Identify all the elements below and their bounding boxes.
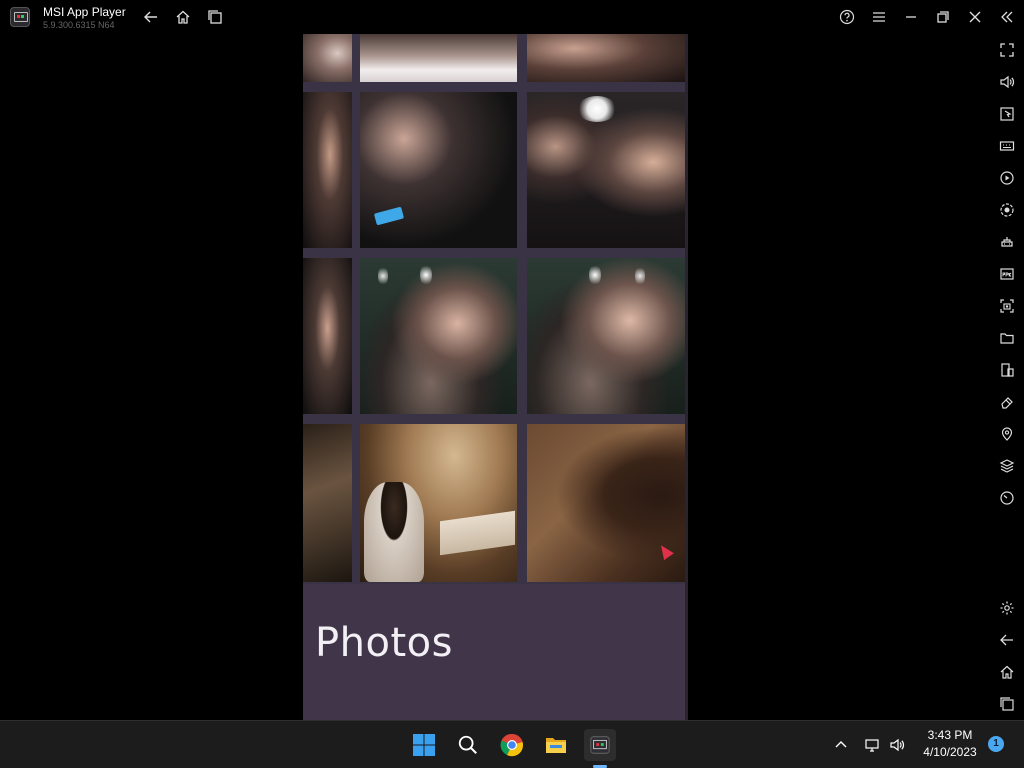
chrome-icon[interactable] [496,729,528,761]
keyboard-icon[interactable] [997,136,1017,156]
close-icon[interactable] [963,5,987,29]
desk-in-photo [440,510,515,556]
clock-time[interactable]: 3:43 PM [920,728,980,742]
multi-instance-icon[interactable] [997,360,1017,380]
photo-thumbnail[interactable] [360,34,517,82]
file-explorer-icon[interactable] [540,729,572,761]
android-back-icon[interactable] [997,630,1017,650]
photos-title: Photos [315,620,453,666]
photo-thumbnail[interactable] [527,92,685,248]
android-home-icon[interactable] [997,662,1017,682]
screenshot-icon[interactable] [997,296,1017,316]
cursor-arrow-icon [656,541,674,561]
windows-taskbar [0,720,1024,768]
folder-icon[interactable] [997,328,1017,348]
volume-icon[interactable] [997,72,1017,92]
photos-panel[interactable]: Photos [303,584,688,720]
location-pin-icon[interactable] [997,424,1017,444]
wall-light-in-photo [420,264,432,286]
wall-light-in-photo [635,266,645,286]
windows-start-icon[interactable] [408,729,440,761]
app-title: MSI App Player [43,5,126,19]
android-recents-icon[interactable] [997,694,1017,714]
menu-icon[interactable] [867,5,891,29]
settings-gear-icon[interactable] [997,598,1017,618]
minimize-icon[interactable] [899,5,923,29]
photo-thumbnail[interactable] [527,258,685,414]
photo-thumbnail[interactable] [303,424,352,582]
layers-icon[interactable] [997,456,1017,476]
photo-thumbnail[interactable] [360,92,517,248]
photo-thumbnail[interactable] [360,424,517,582]
pointer-icon[interactable] [997,104,1017,124]
macro-play-icon[interactable] [997,168,1017,188]
record-icon[interactable] [997,200,1017,220]
network-icon[interactable] [862,735,882,755]
photo-thumbnail[interactable] [527,424,685,582]
android-screen: Photos [303,34,688,720]
photo-thumbnail[interactable] [360,258,517,414]
eraser-icon[interactable] [997,392,1017,412]
home-icon[interactable] [171,5,195,29]
screen-edge [685,34,688,720]
title-bar: MSI App Player 5.9.300.6315 N64 [0,0,1024,34]
fullscreen-icon[interactable] [997,40,1017,60]
photo-grid [303,34,688,594]
speaker-icon[interactable] [887,735,907,755]
app-version: 5.9.300.6315 N64 [43,20,115,30]
app-logo-icon [10,7,30,27]
notification-badge[interactable]: 1 [988,736,1004,752]
photo-thumbnail[interactable] [303,92,352,248]
right-toolbar [990,34,1024,720]
clock-date[interactable]: 4/10/2023 [918,745,982,759]
performance-gauge-icon[interactable] [997,488,1017,508]
restore-icon[interactable] [931,5,955,29]
msi-app-player-taskbar-icon[interactable] [584,729,616,761]
apk-install-icon[interactable] [997,264,1017,284]
help-icon[interactable] [835,5,859,29]
photo-thumbnail[interactable] [527,34,685,82]
wall-light-in-photo [378,266,388,286]
chevron-up-icon[interactable] [831,735,851,755]
ceiling-light-in-photo [577,96,617,122]
collapse-sidebar-icon[interactable] [995,5,1019,29]
recent-apps-icon[interactable] [203,5,227,29]
back-arrow-icon[interactable] [139,5,163,29]
person-in-photo [364,482,424,582]
wall-light-in-photo [589,264,601,286]
search-icon[interactable] [452,729,484,761]
photo-thumbnail[interactable] [303,34,352,82]
photo-thumbnail[interactable] [303,258,352,414]
gamepad-icon[interactable] [997,232,1017,252]
phone-in-photo [373,206,405,226]
